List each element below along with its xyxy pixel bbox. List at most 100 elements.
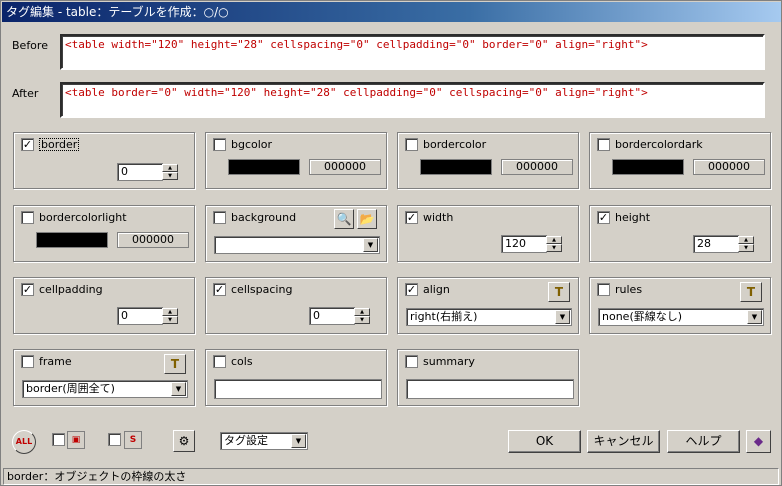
frame-value: border(周囲全て) — [26, 382, 115, 395]
copy-icon[interactable]: ▣ — [67, 431, 85, 449]
group-width: ✓ width 120 ▲ ▼ — [397, 205, 579, 262]
group-cols: cols — [205, 349, 387, 406]
group-background: background 🔍 📂 ▼ — [205, 205, 387, 262]
frame-label: frame — [39, 355, 72, 368]
cellspacing-checkbox[interactable]: ✓ — [213, 283, 226, 296]
chevron-down-icon[interactable]: ▼ — [555, 310, 570, 324]
chevron-down-icon[interactable]: ▼ — [171, 382, 186, 396]
group-bordercolordark: bordercolordark 000000 — [589, 132, 771, 189]
background-select[interactable]: ▼ — [214, 236, 380, 254]
group-bordercolorlight: bordercolorlight 000000 — [13, 205, 195, 262]
hammer-icon[interactable]: T — [164, 354, 186, 374]
copy-option-checkbox[interactable] — [52, 433, 65, 446]
group-cellspacing: ✓ cellspacing 0 ▲ ▼ — [205, 277, 387, 334]
summary-label: summary — [423, 355, 475, 368]
tag-settings-select[interactable]: タグ設定 ▼ — [220, 432, 308, 450]
bgcolor-hex[interactable]: 000000 — [309, 159, 381, 175]
bordercolordark-checkbox[interactable] — [597, 138, 610, 151]
group-border: ✓ border 0 ▲ ▼ — [13, 132, 195, 189]
frame-checkbox[interactable] — [21, 355, 34, 368]
rules-label: rules — [615, 283, 643, 296]
width-checkbox[interactable]: ✓ — [405, 211, 418, 224]
bordercolordark-swatch[interactable] — [612, 159, 684, 175]
chevron-down-icon[interactable]: ▼ — [363, 238, 378, 252]
rules-checkbox[interactable] — [597, 283, 610, 296]
summary-checkbox[interactable] — [405, 355, 418, 368]
help-button[interactable]: ヘルプ — [667, 430, 740, 453]
border-value[interactable]: 0 — [117, 163, 163, 181]
frame-select[interactable]: border(周囲全て) ▼ — [22, 380, 188, 398]
bordercolor-swatch[interactable] — [420, 159, 492, 175]
cols-label: cols — [231, 355, 253, 368]
settings-tools-icon[interactable]: ⚙ — [173, 430, 195, 452]
after-label: After — [12, 87, 39, 100]
background-label: background — [231, 211, 297, 224]
width-value[interactable]: 120 — [501, 235, 547, 253]
height-spinner[interactable]: ▲ ▼ — [738, 236, 754, 252]
window-title: タグ編集 - table：テーブルを作成：○/○ — [2, 2, 781, 22]
s-icon[interactable]: S — [124, 431, 142, 449]
bgcolor-swatch[interactable] — [228, 159, 300, 175]
preview-icon[interactable]: 🔍 — [334, 209, 354, 229]
width-spinner[interactable]: ▲ ▼ — [546, 236, 562, 252]
group-summary: summary — [397, 349, 579, 406]
bordercolordark-label: bordercolordark — [615, 138, 703, 151]
width-label: width — [423, 211, 454, 224]
bordercolor-checkbox[interactable] — [405, 138, 418, 151]
cols-checkbox[interactable] — [213, 355, 226, 368]
before-code[interactable]: <table width="120" height="28" cellspaci… — [60, 34, 765, 70]
style-option-checkbox[interactable] — [108, 433, 121, 446]
cellspacing-label: cellspacing — [231, 283, 293, 296]
align-value: right(右揃え) — [410, 310, 478, 323]
after-code[interactable]: <table border="0" width="120" height="28… — [60, 82, 765, 118]
group-cellpadding: ✓ cellpadding 0 ▲ ▼ — [13, 277, 195, 334]
cellspacing-spinner[interactable]: ▲ ▼ — [354, 308, 370, 324]
bordercolorlight-swatch[interactable] — [36, 232, 108, 248]
background-checkbox[interactable] — [213, 211, 226, 224]
height-label: height — [615, 211, 651, 224]
bgcolor-label: bgcolor — [231, 138, 273, 151]
bordercolor-label: bordercolor — [423, 138, 487, 151]
rules-value: none(罫線なし) — [602, 310, 683, 323]
all-icon[interactable]: ALL — [12, 430, 36, 454]
bgcolor-checkbox[interactable] — [213, 138, 226, 151]
group-height: ✓ height 28 ▲ ▼ — [589, 205, 771, 262]
ok-button[interactable]: OK — [508, 430, 581, 453]
group-bordercolor: bordercolor 000000 — [397, 132, 579, 189]
book-icon[interactable]: ◆ — [746, 430, 771, 453]
cancel-button[interactable]: キャンセル — [587, 430, 660, 453]
hammer-icon[interactable]: T — [740, 282, 762, 302]
cellpadding-spinner[interactable]: ▲ ▼ — [162, 308, 178, 324]
tag-settings-value: タグ設定 — [224, 434, 268, 447]
open-folder-icon[interactable]: 📂 — [357, 209, 377, 229]
cellpadding-checkbox[interactable]: ✓ — [21, 283, 34, 296]
bordercolorlight-checkbox[interactable] — [21, 211, 34, 224]
align-select[interactable]: right(右揃え) ▼ — [406, 308, 572, 326]
border-checkbox[interactable]: ✓ — [21, 138, 34, 151]
before-label: Before — [12, 39, 48, 52]
group-frame: frame T border(周囲全て) ▼ — [13, 349, 195, 406]
rules-select[interactable]: none(罫線なし) ▼ — [598, 308, 764, 326]
cellpadding-value[interactable]: 0 — [117, 307, 163, 325]
bordercolorlight-label: bordercolorlight — [39, 211, 127, 224]
bordercolorlight-hex[interactable]: 000000 — [117, 232, 189, 248]
bordercolor-hex[interactable]: 000000 — [501, 159, 573, 175]
border-spinner[interactable]: ▲ ▼ — [162, 164, 178, 180]
bordercolordark-hex[interactable]: 000000 — [693, 159, 765, 175]
chevron-down-icon[interactable]: ▼ — [291, 434, 306, 448]
tag-edit-dialog: タグ編集 - table：テーブルを作成：○/○ Before <table w… — [0, 0, 782, 486]
chevron-down-icon[interactable]: ▼ — [747, 310, 762, 324]
height-checkbox[interactable]: ✓ — [597, 211, 610, 224]
group-align: ✓ align T right(右揃え) ▼ — [397, 277, 579, 334]
cols-input[interactable] — [214, 379, 382, 399]
cellspacing-value[interactable]: 0 — [309, 307, 355, 325]
border-label: border — [39, 138, 80, 151]
group-rules: rules T none(罫線なし) ▼ — [589, 277, 771, 334]
align-checkbox[interactable]: ✓ — [405, 283, 418, 296]
group-bgcolor: bgcolor 000000 — [205, 132, 387, 189]
hammer-icon[interactable]: T — [548, 282, 570, 302]
height-value[interactable]: 28 — [693, 235, 739, 253]
status-bar: border：オブジェクトの枠線の太さ — [3, 468, 779, 485]
summary-input[interactable] — [406, 379, 574, 399]
align-label: align — [423, 283, 450, 296]
